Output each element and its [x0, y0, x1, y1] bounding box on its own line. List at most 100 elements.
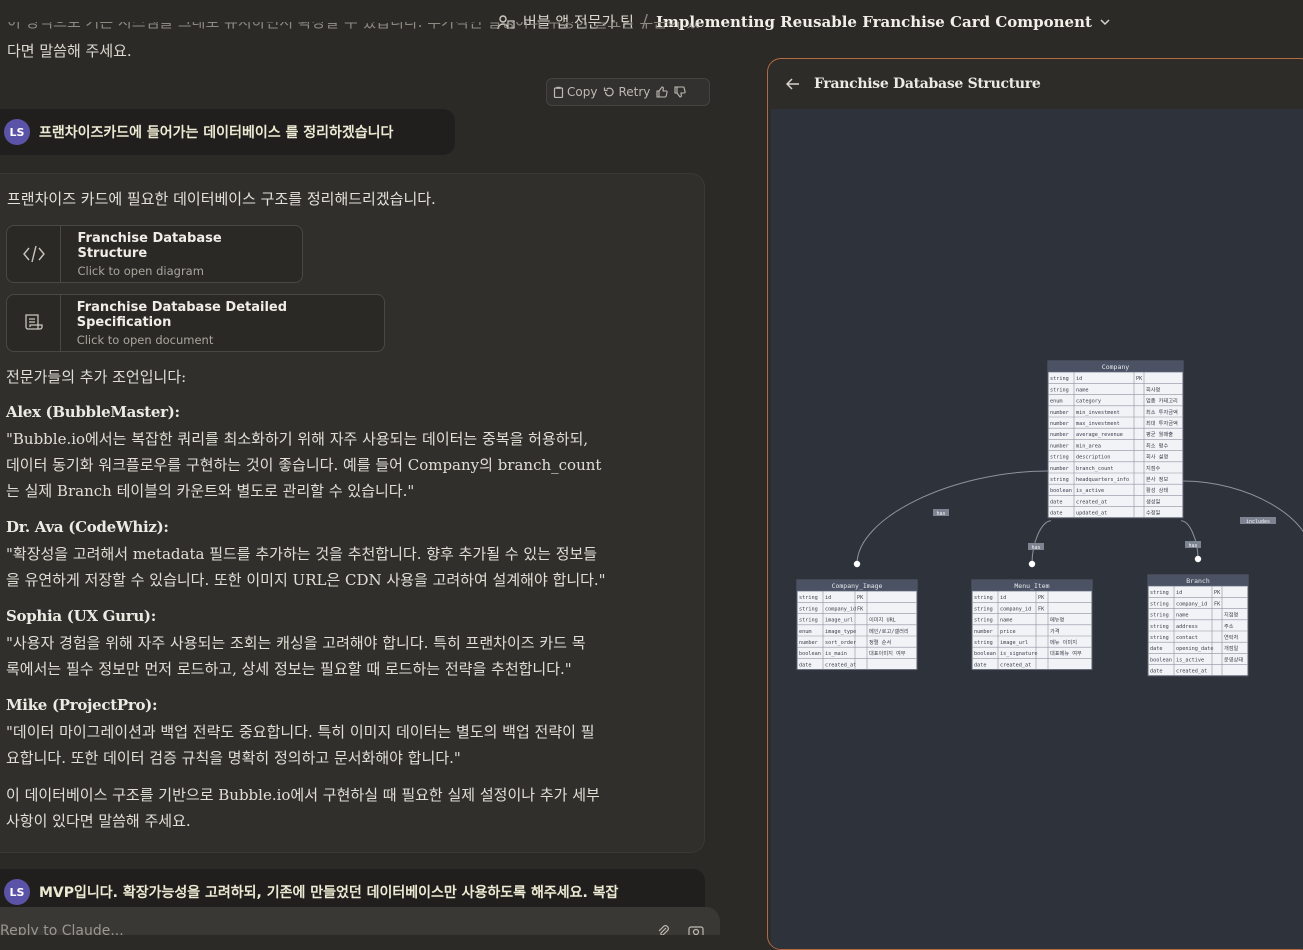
er-cell: company_id [1000, 606, 1031, 612]
er-cell: date [1150, 646, 1163, 652]
chevron-down-icon[interactable] [1100, 18, 1110, 26]
advice-intro: 전문가들의 추가 조언입니다: [6, 368, 187, 386]
er-table: Menu_Itemstring id PK string company_id FK str… [971, 579, 1093, 671]
er-cell: string [1050, 477, 1069, 483]
er-cell: 연락처 [1224, 633, 1239, 641]
expert-name: Mike (ProjectPro): [6, 696, 158, 714]
er-cell: string [1150, 601, 1169, 607]
er-cell: 대표메뉴 여부 [1050, 649, 1082, 657]
er-cell: price [1000, 629, 1016, 635]
er-table: Company string id PK string name 회사명 enum catego… [1047, 360, 1184, 519]
er-cell: number [799, 640, 818, 646]
er-relation: has [1028, 520, 1052, 568]
camera-icon[interactable] [688, 923, 704, 935]
thumbs-down-button[interactable] [674, 86, 687, 98]
er-cell: 업종 카테고리 [1146, 397, 1178, 405]
code-icon [7, 226, 62, 282]
er-cell: category [1076, 399, 1101, 405]
er-cell: enum [1050, 399, 1063, 405]
clipboard-icon [553, 86, 564, 98]
er-cell: date [1050, 511, 1063, 517]
er-table: Company_Imagestring id PK string company_id F… [796, 579, 918, 671]
advice-line: "사용자 경험을 위해 자주 사용되는 조회는 캐싱을 고려해야 합니다. 특히… [6, 634, 586, 652]
chat-column: 이 방식으로 기존 시스템을 그대로 유지하면서 확장할 수 있습니다. 추가적… [0, 0, 760, 935]
retry-button[interactable]: Retry [603, 85, 650, 99]
previous-message-line: 다면 말씀해 주세요. [7, 42, 132, 60]
artifact-subtitle: Click to open document [76, 332, 214, 347]
er-cell: 최소 투자금액 [1146, 408, 1178, 416]
artifact-card-diagram[interactable]: Franchise Database Structure Click to op… [6, 225, 303, 283]
er-table-name: Menu_Item [1014, 582, 1049, 590]
er-cell: number [1050, 466, 1069, 472]
assistant-message: 프랜차이즈 카드에 필요한 데이터베이스 구조를 정리해드리겠습니다. Fran… [0, 173, 705, 853]
avatar: LS [4, 119, 30, 145]
er-cell: number [1050, 443, 1069, 449]
er-cell: 주소 [1224, 623, 1234, 630]
er-cell: PK [1136, 376, 1143, 382]
er-cell: id [1176, 590, 1182, 596]
thumbs-up-button[interactable] [656, 86, 669, 98]
er-cell: min_area [1076, 443, 1101, 449]
avatar: LS [4, 879, 30, 905]
expert-name: Alex (BubbleMaster): [6, 403, 180, 421]
er-relation: has [853, 470, 1049, 568]
er-cell: number [1050, 410, 1069, 416]
er-cell: image_url [1000, 640, 1028, 646]
expert-advice: "사용자 경험을 위해 자주 사용되는 조회는 캐싱을 고려해야 합니다. 특히… [6, 630, 586, 682]
er-table: Branch string id PK string company_id FK string… [1147, 574, 1249, 677]
er-cell: opening_date [1176, 646, 1213, 652]
er-cell: 메뉴 이미지 [1050, 638, 1077, 646]
er-relation-label: has [936, 511, 945, 517]
previous-message-text: 이 방식으로 기존 시스템을 그대로 유지하면서 확장할 수 있습니다. 추가적… [7, 22, 700, 66]
er-cell: FK [1038, 606, 1045, 612]
er-cell: sort_order [825, 640, 856, 646]
er-cell: id [1000, 595, 1006, 601]
retry-label: Retry [618, 85, 651, 99]
er-cell: PK [1214, 590, 1221, 596]
er-cell: created_at [1000, 662, 1031, 668]
paperclip-icon[interactable] [656, 923, 670, 935]
er-cell: max_investment [1076, 421, 1120, 427]
reply-composer[interactable]: Reply to Claude... [0, 907, 720, 935]
er-cell: FK [857, 606, 864, 612]
er-relation-label: has [1031, 545, 1040, 551]
reply-input[interactable]: Reply to Claude... [0, 923, 124, 935]
er-cell: string [1150, 624, 1169, 630]
er-cell: enum [799, 629, 812, 635]
er-cell: FK [1214, 601, 1221, 607]
er-cell: headquarters_info [1076, 477, 1129, 483]
copy-button[interactable]: Copy [553, 85, 597, 99]
er-cell: is_active [1076, 488, 1104, 494]
advice-line: 을 유연하게 저장할 수 있습니다. 또한 이미지 URL은 CDN 사용을 고… [6, 571, 606, 589]
er-cell: number [1050, 421, 1069, 427]
er-cell: updated_at [1076, 511, 1107, 517]
artifact-card-document[interactable]: Franchise Database Detailed Specificatio… [6, 294, 385, 352]
er-cell: string [974, 606, 993, 612]
expert-name: Sophia (UX Guru): [6, 607, 156, 625]
closing-text: 이 데이터베이스 구조를 기반으로 Bubble.io에서 구현하실 때 필요한… [6, 782, 600, 834]
er-cell: string [799, 606, 818, 612]
er-cell: address [1176, 624, 1198, 630]
er-cell: boolean [799, 651, 821, 657]
message-actions: Copy Retry [546, 78, 710, 106]
closing-line: 사항이 있다면 말씀해 주세요. [6, 812, 191, 830]
er-cell: string [1150, 590, 1169, 596]
advice-line: 데이터 동기화 워크플로우를 구현하는 것이 좋습니다. 예를 들어 Compa… [6, 456, 602, 474]
er-cell: name [1076, 387, 1089, 393]
er-cell: is_active [1176, 657, 1204, 663]
arrow-left-icon[interactable] [785, 75, 800, 94]
er-cell: company_id [825, 606, 856, 612]
er-cell: 가격 [1050, 627, 1060, 635]
user-message-text: 프랜차이즈카드에 들어가는 데이터베이스 를 정리하겠습니다 [39, 125, 394, 141]
er-cell: PK [1038, 595, 1045, 601]
er-relation-label: has [1188, 543, 1197, 549]
expert-name: Dr. Ava (CodeWhiz): [6, 518, 169, 536]
panel-title: Franchise Database Structure [814, 76, 1041, 92]
er-cell: is_main [825, 651, 847, 657]
artifact-panel: Franchise Database Structure Company stri… [767, 58, 1303, 950]
er-cell: id [1076, 376, 1082, 382]
panel-header: Franchise Database Structure [768, 59, 1303, 109]
er-cell: created_at [1076, 499, 1107, 505]
er-cell: string [974, 640, 993, 646]
er-cell: string [799, 595, 818, 601]
